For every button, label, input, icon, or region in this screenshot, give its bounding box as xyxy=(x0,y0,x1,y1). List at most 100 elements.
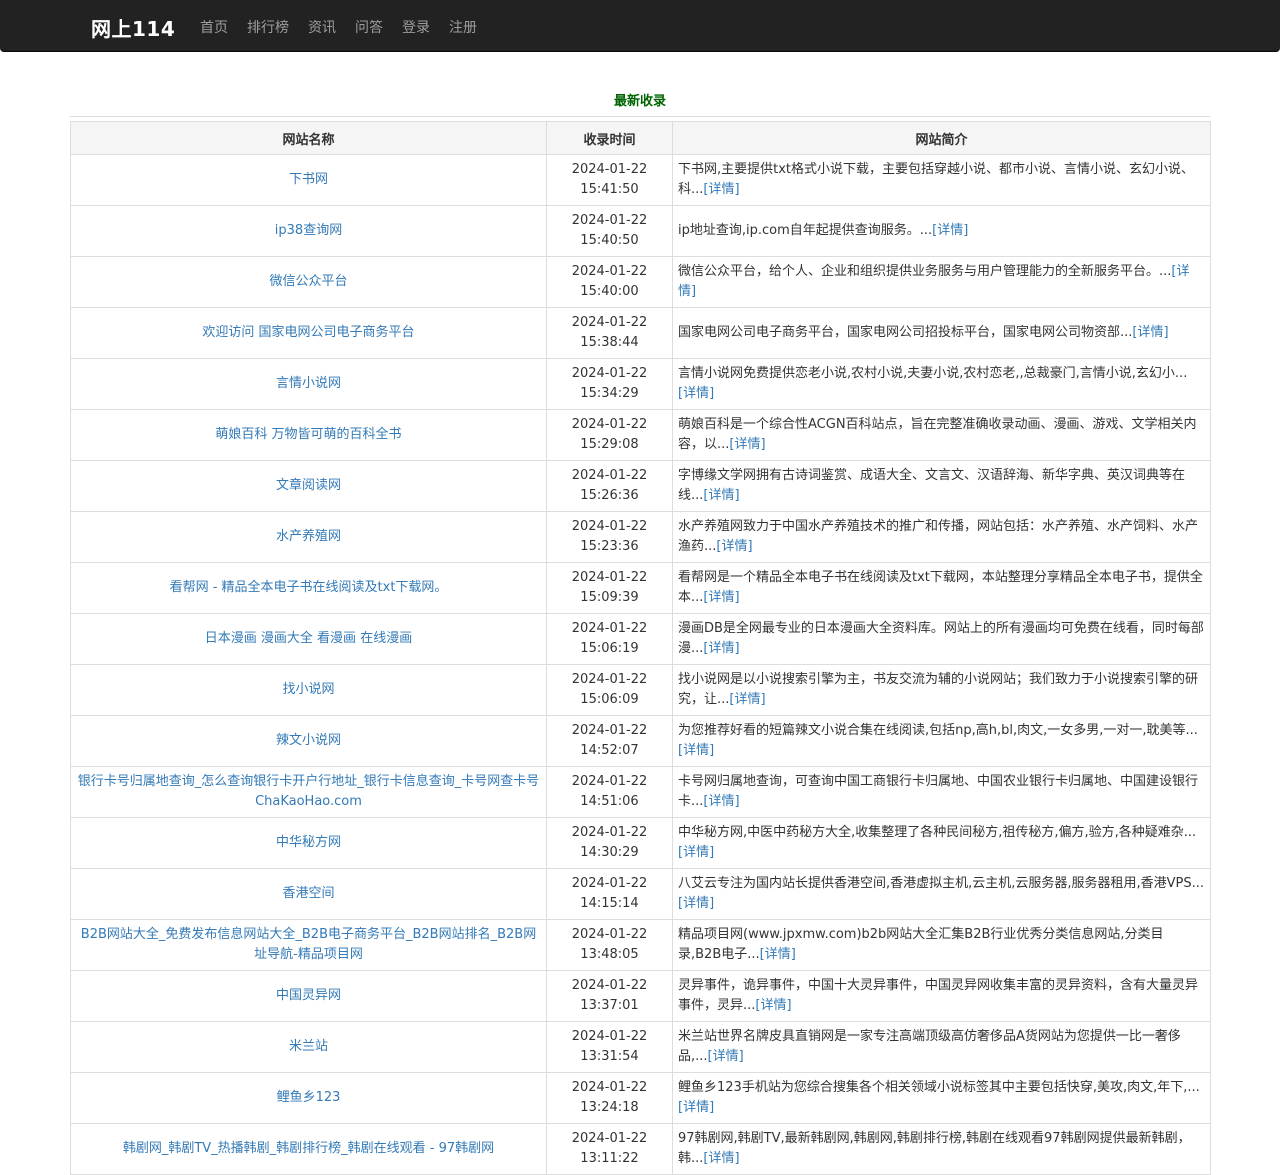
added-date: 2024-01-22 xyxy=(571,774,648,789)
brand-logo[interactable]: 网上114 xyxy=(91,13,175,42)
table-row: 微信公众平台 2024-01-22 15:40:00 微信公众平台，给个人、企业和组织… xyxy=(70,256,1211,308)
added-time-cell: 2024-01-22 15:40:50 xyxy=(546,205,673,257)
details-link[interactable]: [详情] xyxy=(932,223,968,238)
table-row: 中华秘方网 2024-01-22 14:30:29 中华秘方网,中医中药秘方大全,收集… xyxy=(70,817,1211,869)
added-clock: 15:06:09 xyxy=(580,692,639,707)
site-name-link[interactable]: 言情小说网 xyxy=(276,376,341,391)
details-link[interactable]: [详情] xyxy=(716,539,752,554)
added-date: 2024-01-22 xyxy=(571,468,648,483)
table-body: 下书网 2024-01-22 15:41:50 下书网,主要提供txt格式小说下载，主… xyxy=(70,154,1211,1175)
site-name-link[interactable]: 萌娘百科 万物皆可萌的百科全书 xyxy=(215,427,401,442)
table-row: 文章阅读网 2024-01-22 15:26:36 字博缘文学网拥有古诗词鉴赏、成语大… xyxy=(70,460,1211,512)
site-desc-cell: 灵异事件，诡异事件，中国十大灵异事件，中国灵异网收集丰富的灵异资料，含有大量灵异… xyxy=(672,970,1211,1022)
added-clock: 15:09:39 xyxy=(580,590,639,605)
site-name-link[interactable]: 文章阅读网 xyxy=(276,478,341,493)
site-name-link[interactable]: 辣文小说网 xyxy=(276,733,341,748)
site-desc-cell: 找小说网是以小说搜索引擎为主，书友交流为辅的小说网站；我们致力于小说搜索引擎的研… xyxy=(672,664,1211,716)
main-nav: 首页 排行榜 资讯 问答 登录 注册 xyxy=(200,17,496,37)
details-link[interactable]: [详情] xyxy=(678,845,714,860)
site-name-link[interactable]: 微信公众平台 xyxy=(269,274,347,289)
added-clock: 15:40:00 xyxy=(580,284,639,299)
details-link[interactable]: [详情] xyxy=(703,794,739,809)
section-title: 最新收录 xyxy=(613,94,666,109)
table-row: 下书网 2024-01-22 15:41:50 下书网,主要提供txt格式小说下载，主… xyxy=(70,154,1211,206)
site-desc-cell: 中华秘方网,中医中药秘方大全,收集整理了各种民间秘方,祖传秘方,偏方,验方,各种… xyxy=(672,817,1211,869)
details-link[interactable]: [详情] xyxy=(678,896,714,911)
details-link[interactable]: [详情] xyxy=(703,1151,739,1166)
details-link[interactable]: [详情] xyxy=(729,692,765,707)
details-link[interactable]: [详情] xyxy=(703,641,739,656)
site-name-cell: 言情小说网 xyxy=(70,358,547,410)
added-time-cell: 2024-01-22 13:37:01 xyxy=(546,970,673,1022)
site-name-link[interactable]: 中国灵异网 xyxy=(276,988,341,1003)
added-clock: 15:41:50 xyxy=(580,182,639,197)
details-link[interactable]: [详情] xyxy=(760,947,796,962)
details-link[interactable]: [详情] xyxy=(755,998,791,1013)
details-link[interactable]: [详情] xyxy=(703,488,739,503)
table-row: 银行卡号归属地查询_怎么查询银行卡开户行地址_银行卡信息查询_卡号网查卡号Cha… xyxy=(70,766,1211,818)
site-desc-cell: 看帮网是一个精品全本电子书在线阅读及txt下载网，本站整理分享精品全本电子书，提… xyxy=(672,562,1211,614)
site-desc-cell: 萌娘百科是一个综合性ACGN百科站点，旨在完整准确收录动画、漫画、游戏、文学相关… xyxy=(672,409,1211,461)
site-name-link[interactable]: 看帮网 - 精品全本电子书在线阅读及txt下载网。 xyxy=(170,580,448,595)
added-date: 2024-01-22 xyxy=(571,723,648,738)
site-desc-text: 米兰站世界名牌皮具直销网是一家专注高端顶级高仿奢侈品A货网站为您提供一比一奢侈品… xyxy=(678,1029,1181,1064)
added-time-cell: 2024-01-22 15:34:29 xyxy=(546,358,673,410)
added-date: 2024-01-22 xyxy=(571,315,648,330)
details-link[interactable]: [详情] xyxy=(703,590,739,605)
site-name-cell: 文章阅读网 xyxy=(70,460,547,512)
site-name-link[interactable]: 水产养殖网 xyxy=(276,529,341,544)
added-clock: 15:23:36 xyxy=(580,539,639,554)
site-desc-cell: 卡号网归属地查询，可查询中国工商银行卡归属地、中国农业银行卡归属地、中国建设银行… xyxy=(672,766,1211,818)
site-desc-cell: 国家电网公司电子商务平台，国家电网公司招投标平台，国家电网公司物资部...[详情… xyxy=(672,307,1211,359)
details-link[interactable]: [详情] xyxy=(678,1100,714,1115)
nav-login[interactable]: 登录 xyxy=(402,17,430,37)
nav-qa[interactable]: 问答 xyxy=(355,17,383,37)
site-name-link[interactable]: 米兰站 xyxy=(289,1039,328,1054)
added-clock: 13:24:18 xyxy=(580,1100,639,1115)
site-name-cell: 米兰站 xyxy=(70,1021,547,1073)
details-link[interactable]: [详情] xyxy=(708,1049,744,1064)
added-clock: 13:11:22 xyxy=(580,1151,639,1166)
site-name-link[interactable]: 找小说网 xyxy=(282,682,334,697)
header-added-time: 收录时间 xyxy=(546,121,673,155)
site-desc-text: 八艾云专注为国内站长提供香港空间,香港虚拟主机,云主机,云服务器,服务器租用,香… xyxy=(678,876,1205,891)
details-link[interactable]: [详情] xyxy=(1132,325,1168,340)
site-name-link[interactable]: 韩剧网_韩剧TV_热播韩剧_韩剧排行榜_韩剧在线观看 - 97韩剧网 xyxy=(123,1141,494,1156)
site-name-link[interactable]: ip38查询网 xyxy=(275,223,342,238)
added-clock: 13:37:01 xyxy=(580,998,639,1013)
site-name-cell: 微信公众平台 xyxy=(70,256,547,308)
added-time-cell: 2024-01-22 15:06:09 xyxy=(546,664,673,716)
site-desc-text: 字博缘文学网拥有古诗词鉴赏、成语大全、文言文、汉语辞海、新华字典、英汉词典等在线… xyxy=(678,468,1186,503)
details-link[interactable]: [详情] xyxy=(729,437,765,452)
table-row: 日本漫画 漫画大全 看漫画 在线漫画 2024-01-22 15:06:19 漫画DB… xyxy=(70,613,1211,665)
site-name-link[interactable]: 鲤鱼乡123 xyxy=(277,1090,341,1105)
table-row: 欢迎访问 国家电网公司电子商务平台 2024-01-22 15:38:44 国家电网公… xyxy=(70,307,1211,359)
nav-news[interactable]: 资讯 xyxy=(308,17,336,37)
site-name-link[interactable]: 中华秘方网 xyxy=(276,835,341,850)
added-time-cell: 2024-01-22 14:15:14 xyxy=(546,868,673,920)
details-link[interactable]: [详情] xyxy=(678,386,714,401)
added-time-cell: 2024-01-22 15:09:39 xyxy=(546,562,673,614)
site-list-table: 网站名称 收录时间 网站简介 下书网 2024-01-22 15:41:50 下书网,… xyxy=(70,121,1211,1175)
site-name-link[interactable]: 日本漫画 漫画大全 看漫画 在线漫画 xyxy=(205,631,412,646)
site-name-link[interactable]: B2B网站大全_免费发布信息网站大全_B2B电子商务平台_B2B网站排名_B2B… xyxy=(81,927,536,962)
site-name-link[interactable]: 香港空间 xyxy=(282,886,334,901)
site-name-link[interactable]: 下书网 xyxy=(289,172,328,187)
added-time-cell: 2024-01-22 13:31:54 xyxy=(546,1021,673,1073)
details-link[interactable]: [详情] xyxy=(678,743,714,758)
site-name-cell: 日本漫画 漫画大全 看漫画 在线漫画 xyxy=(70,613,547,665)
nav-home[interactable]: 首页 xyxy=(200,17,228,37)
site-name-link[interactable]: 银行卡号归属地查询_怎么查询银行卡开户行地址_银行卡信息查询_卡号网查卡号Cha… xyxy=(78,774,540,809)
table-row: 萌娘百科 万物皆可萌的百科全书 2024-01-22 15:29:08 萌娘百科是一个… xyxy=(70,409,1211,461)
added-date: 2024-01-22 xyxy=(571,213,648,228)
site-desc-text: 精品项目网(www.jpxmw.com)b2b网站大全汇集B2B行业优秀分类信息… xyxy=(678,927,1164,962)
added-clock: 15:34:29 xyxy=(580,386,639,401)
site-desc-text: 97韩剧网,韩剧TV,最新韩剧网,韩剧网,韩剧排行榜,韩剧在线观看97韩剧网提供… xyxy=(678,1131,1191,1166)
site-name-cell: ip38查询网 xyxy=(70,205,547,257)
site-name-link[interactable]: 欢迎访问 国家电网公司电子商务平台 xyxy=(202,325,414,340)
nav-ranking[interactable]: 排行榜 xyxy=(247,17,289,37)
added-clock: 14:51:06 xyxy=(580,794,639,809)
details-link[interactable]: [详情] xyxy=(703,182,739,197)
nav-register[interactable]: 注册 xyxy=(449,17,477,37)
added-clock: 15:38:44 xyxy=(580,335,639,350)
